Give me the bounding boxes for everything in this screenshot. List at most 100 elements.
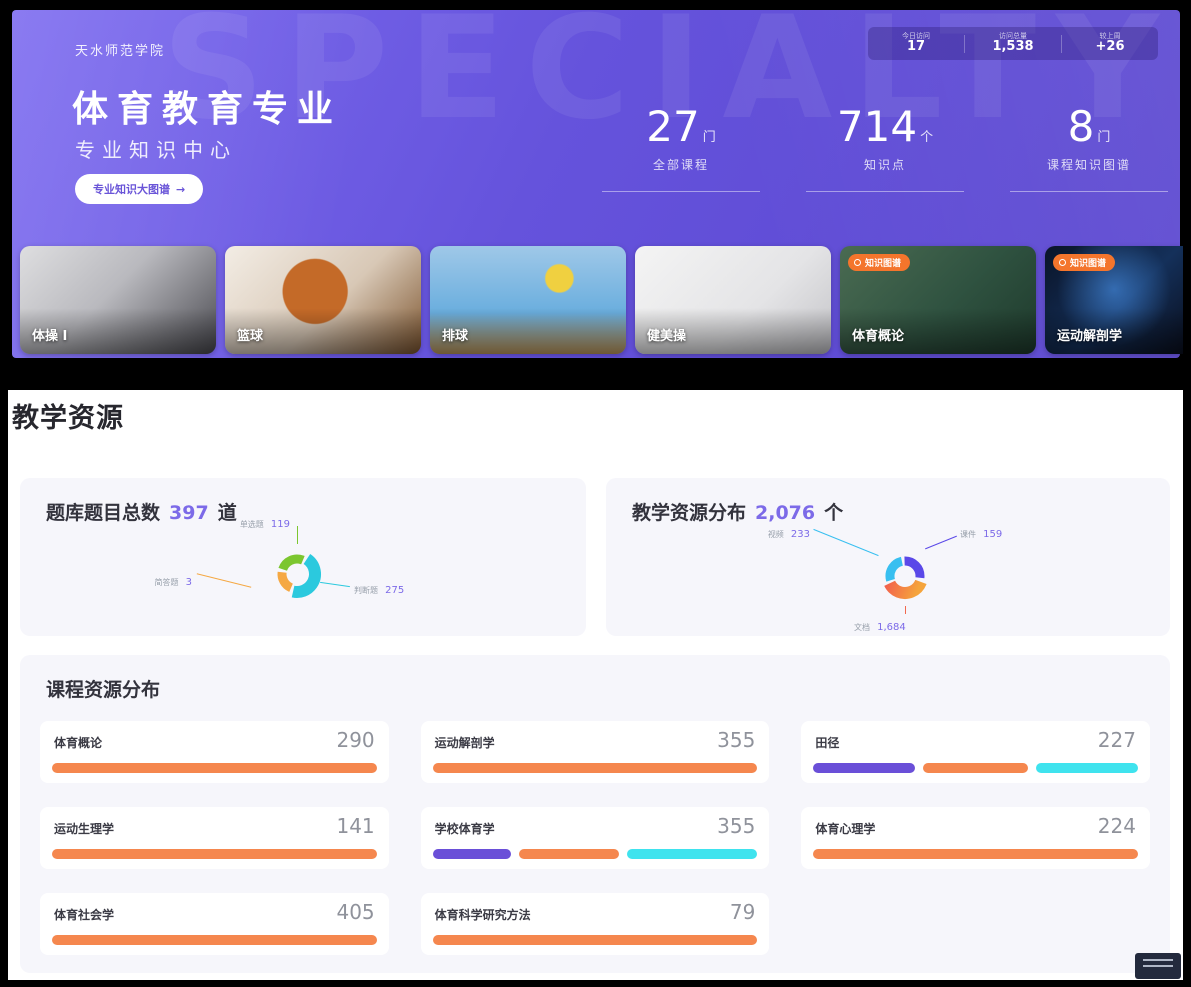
bar-segment [813, 763, 915, 773]
course-card-gymnastics[interactable]: 体操 I [20, 246, 216, 354]
course-resource-item: 运动生理学 141 [40, 807, 389, 869]
bar-segment [1036, 763, 1138, 773]
callout-line [925, 536, 957, 550]
stat-unit: 门 [703, 130, 716, 145]
resource-bar [813, 763, 1138, 773]
course-card-basketball[interactable]: 篮球 [225, 246, 421, 354]
course-resource-item: 体育社会学 405 [40, 893, 389, 955]
badge-ring-icon [1059, 259, 1066, 266]
item-value: 224 [1098, 814, 1136, 838]
item-value: 290 [336, 728, 374, 752]
stat-unit: 门 [1097, 130, 1110, 145]
bar-segment [627, 849, 757, 859]
course-card-volleyball[interactable]: 排球 [430, 246, 626, 354]
course-card-row: 体操 I 篮球 排球 健美操 知识图谱 体育概论 知识图谱 运动解剖学 [0, 246, 1191, 356]
arrow-right-icon: → [176, 183, 185, 196]
stat-value: 27 [646, 102, 699, 151]
bar-segment [519, 849, 620, 859]
course-card-label: 健美操 [647, 325, 686, 344]
slice-value: 275 [385, 585, 404, 596]
resource-bar [433, 763, 758, 773]
bar-segment [433, 763, 758, 773]
course-resource-item: 体育科学研究方法 79 [421, 893, 770, 955]
badge-label: 知识图谱 [865, 256, 901, 269]
dashboard-page: SPECIALTY MAP 天水师范学院 体育教育专业 专业知识中心 专业知识大… [0, 0, 1191, 987]
course-resource-grid: 体育概论 290 运动解剖学 355 田径 227 [40, 721, 1150, 955]
section-title: 教学资源 [12, 396, 124, 435]
stat-total-courses: 27门 全部课程 [602, 106, 760, 192]
visit-stat-delta: 较上周 +26 [1062, 33, 1158, 55]
item-name: 体育心理学 [815, 820, 875, 837]
donut-callout-document: 文档 1,684 [854, 615, 906, 634]
visit-stat-today: 今日访问 17 [868, 33, 964, 55]
card-title: 教学资源分布 [632, 498, 746, 525]
visit-stats-box: 今日访问 17 访问总量 1,538 较上周 +26 [868, 27, 1158, 60]
callout-line [197, 573, 252, 588]
knowledge-map-button[interactable]: 专业知识大图谱 → [75, 174, 203, 204]
stat-value: 714 [837, 102, 917, 151]
stat-unit: 个 [920, 130, 933, 145]
resource-bar [52, 849, 377, 859]
course-resource-item: 体育心理学 224 [801, 807, 1150, 869]
hero-subtitle: 专业知识中心 [75, 134, 237, 163]
resource-bar [52, 935, 377, 945]
summary-stats: 27门 全部课程 714个 知识点 8门 课程知识图谱 [602, 106, 1168, 192]
slice-label: 判断题 [354, 586, 378, 595]
slice-value: 159 [983, 529, 1002, 540]
item-name: 体育社会学 [54, 906, 114, 923]
question-bank-card: 题库题目总数 397 道 单选题 119 简答题 3 判断题 2 [20, 478, 586, 636]
floating-widget[interactable] [1135, 953, 1181, 979]
callout-line [297, 526, 298, 544]
stat-course-maps: 8门 课程知识图谱 [1010, 106, 1168, 192]
item-name: 体育概论 [54, 734, 102, 751]
course-resource-title: 课程资源分布 [46, 675, 160, 702]
resource-bar [52, 763, 377, 773]
slice-label: 简答题 [155, 578, 179, 587]
callout-line [813, 529, 878, 556]
badge-ring-icon [854, 259, 861, 266]
slice-value: 3 [186, 577, 192, 588]
stat-knowledge-points: 714个 知识点 [806, 106, 964, 192]
donut-callout-true-false: 判断题 275 [354, 578, 404, 597]
slice-value: 119 [271, 519, 290, 530]
item-value: 355 [717, 814, 755, 838]
stat-label: 课程知识图谱 [1010, 156, 1168, 173]
resource-bar [433, 935, 758, 945]
question-bank-donut-chart [265, 542, 329, 606]
stat-label: 知识点 [806, 156, 964, 173]
slice-label: 视频 [768, 530, 784, 539]
course-card-anatomy[interactable]: 知识图谱 运动解剖学 [1045, 246, 1183, 354]
knowledge-map-badge: 知识图谱 [1053, 254, 1115, 271]
knowledge-map-button-label: 专业知识大图谱 [93, 181, 170, 197]
bar-segment [923, 763, 1028, 773]
visit-stat-value: 1,538 [965, 40, 1061, 54]
item-name: 运动解剖学 [435, 734, 495, 751]
course-resource-item: 田径 227 [801, 721, 1150, 783]
resource-distribution-title: 教学资源分布 2,076 个 [632, 498, 843, 525]
teaching-resources-section: 教学资源 题库题目总数 397 道 单选题 119 简答题 3 [8, 390, 1183, 980]
course-resource-item: 体育概论 290 [40, 721, 389, 783]
slice-label: 课件 [960, 530, 976, 539]
course-card-aerobics[interactable]: 健美操 [635, 246, 831, 354]
knowledge-map-badge: 知识图谱 [848, 254, 910, 271]
resource-distribution-card: 教学资源分布 2,076 个 视频 233 [606, 478, 1170, 636]
slice-value: 233 [791, 529, 810, 540]
course-resource-distribution-card: 课程资源分布 体育概论 290 运动解剖学 355 田径 227 [20, 655, 1170, 973]
visit-stat-total: 访问总量 1,538 [965, 33, 1061, 55]
stat-label: 全部课程 [602, 156, 760, 173]
bar-segment [52, 763, 377, 773]
slice-label: 文档 [854, 623, 870, 632]
resource-distribution-donut-chart [873, 544, 937, 608]
item-name: 田径 [815, 734, 839, 751]
course-resource-item: 学校体育学 355 [421, 807, 770, 869]
donut-callout-short-answer: 简答题 3 [80, 570, 192, 589]
resource-bar [813, 849, 1138, 859]
bar-segment [433, 849, 511, 859]
bar-segment [52, 935, 377, 945]
stat-value: 8 [1068, 102, 1095, 151]
course-card-pe-intro[interactable]: 知识图谱 体育概论 [840, 246, 1036, 354]
course-resource-item: 运动解剖学 355 [421, 721, 770, 783]
card-title: 题库题目总数 [46, 498, 160, 525]
item-value: 355 [717, 728, 755, 752]
item-name: 运动生理学 [54, 820, 114, 837]
